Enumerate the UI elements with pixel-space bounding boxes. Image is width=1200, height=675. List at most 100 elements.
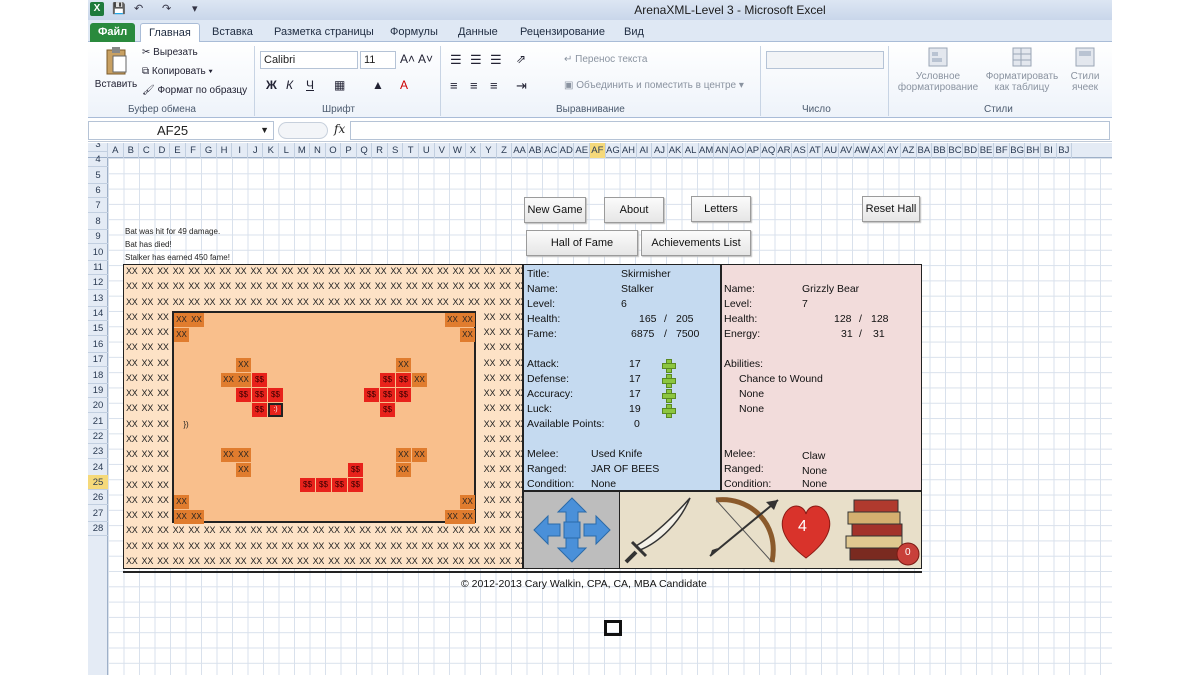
font-name-select[interactable]: Calibri — [260, 51, 358, 69]
row-header-24[interactable]: 24 — [88, 460, 108, 476]
column-header-al[interactable]: AL — [683, 143, 699, 158]
row-header-23[interactable]: 23 — [88, 444, 108, 459]
column-header-aq[interactable]: AQ — [761, 143, 777, 158]
column-header-z[interactable]: Z — [497, 143, 513, 158]
tab-formulas[interactable]: Формулы — [382, 23, 446, 42]
italic-button[interactable]: К — [286, 78, 293, 92]
column-header-ab[interactable]: AB — [528, 143, 544, 158]
column-header-a[interactable]: A — [108, 143, 124, 158]
column-header-k[interactable]: K — [264, 143, 280, 158]
tab-view[interactable]: Вид — [616, 23, 652, 42]
potion-heart-button[interactable]: 4 — [776, 492, 836, 568]
number-format-select[interactable] — [766, 51, 884, 69]
column-header-ac[interactable]: AC — [543, 143, 559, 158]
column-header-h[interactable]: H — [217, 143, 233, 158]
active-cell-cursor[interactable] — [604, 620, 622, 636]
column-header-bh[interactable]: BH — [1025, 143, 1041, 158]
formula-cancel-enter-control[interactable] — [278, 122, 328, 139]
row-header-13[interactable]: 13 — [88, 291, 108, 307]
column-header-w[interactable]: W — [450, 143, 466, 158]
align-left-icon[interactable]: ≡ — [450, 78, 458, 93]
column-header-d[interactable]: D — [155, 143, 171, 158]
column-header-t[interactable]: T — [403, 143, 419, 158]
column-header-aw[interactable]: AW — [854, 143, 870, 158]
tab-insert[interactable]: Вставка — [204, 23, 261, 42]
tab-home[interactable]: Главная — [140, 23, 200, 42]
fill-color-icon[interactable]: ▲ — [372, 78, 384, 92]
column-header-am[interactable]: AM — [699, 143, 715, 158]
reset-hall-button[interactable]: Reset Hall — [862, 196, 920, 222]
plus-icon[interactable] — [662, 374, 676, 388]
column-header-az[interactable]: AZ — [901, 143, 917, 158]
row-header-14[interactable]: 14 — [88, 306, 108, 321]
column-header-ae[interactable]: AE — [575, 143, 591, 158]
font-size-select[interactable]: 11 — [360, 51, 396, 69]
spellbook-button[interactable]: 0 — [836, 492, 922, 568]
cell-styles-button[interactable]: Стили ячеек — [1064, 46, 1106, 93]
column-header-ay[interactable]: AY — [886, 143, 902, 158]
column-header-y[interactable]: Y — [481, 143, 497, 158]
tab-file[interactable]: Файл — [90, 23, 136, 42]
column-header-ah[interactable]: AH — [621, 143, 637, 158]
bold-button[interactable]: Ж — [266, 78, 277, 92]
column-header-ao[interactable]: AO — [730, 143, 746, 158]
row-header-9[interactable]: 9 — [88, 229, 108, 244]
column-header-e[interactable]: E — [170, 143, 186, 158]
row-header-20[interactable]: 20 — [88, 398, 108, 413]
conditional-format-button[interactable]: Условное форматирование — [896, 46, 980, 93]
column-header-l[interactable]: L — [279, 143, 295, 158]
column-header-x[interactable]: X — [466, 143, 482, 158]
new-game-button[interactable]: New Game — [524, 197, 586, 223]
achievements-list-button[interactable]: Achievements List — [641, 230, 751, 256]
row-header-3[interactable]: 3 — [88, 143, 108, 152]
column-header-p[interactable]: P — [341, 143, 357, 158]
column-header-m[interactable]: M — [295, 143, 311, 158]
row-header-21[interactable]: 21 — [88, 414, 108, 430]
tab-page-layout[interactable]: Разметка страницы — [266, 23, 382, 42]
chevron-down-icon[interactable]: ▼ — [260, 122, 269, 139]
column-header-u[interactable]: U — [419, 143, 435, 158]
column-header-ag[interactable]: AG — [606, 143, 622, 158]
hall-of-fame-button[interactable]: Hall of Fame — [526, 230, 638, 256]
align-top-icon[interactable]: ☰ — [450, 52, 462, 68]
row-header-4[interactable]: 4 — [88, 152, 108, 167]
row-header-10[interactable]: 10 — [88, 245, 108, 261]
column-header-bi[interactable]: BI — [1041, 143, 1057, 158]
column-header-bg[interactable]: BG — [1010, 143, 1026, 158]
letters-button[interactable]: Letters — [691, 196, 751, 222]
column-header-aa[interactable]: AA — [512, 143, 528, 158]
formula-input[interactable] — [350, 121, 1110, 140]
align-center-icon[interactable]: ≡ — [470, 78, 478, 93]
merge-center-button[interactable]: ▣ Объединить и поместить в центре ▾ — [564, 80, 744, 91]
row-header-22[interactable]: 22 — [88, 429, 108, 444]
row-header-17[interactable]: 17 — [88, 352, 108, 367]
about-button[interactable]: About — [604, 197, 664, 223]
column-header-bf[interactable]: BF — [994, 143, 1010, 158]
align-right-icon[interactable]: ≡ — [490, 78, 498, 93]
format-painter-button[interactable]: 🖌 Формат по образцу — [142, 85, 247, 96]
orientation-icon[interactable]: ⇗ — [516, 52, 526, 66]
plus-icon[interactable] — [662, 389, 676, 403]
column-header-af[interactable]: AF — [590, 143, 606, 158]
row-header-19[interactable]: 19 — [88, 383, 108, 398]
row-header-15[interactable]: 15 — [88, 321, 108, 336]
plus-icon[interactable] — [662, 359, 676, 373]
column-header-v[interactable]: V — [435, 143, 451, 158]
column-header-bb[interactable]: BB — [932, 143, 948, 158]
column-header-as[interactable]: AS — [792, 143, 808, 158]
melee-attack-button[interactable] — [620, 492, 708, 568]
column-header-s[interactable]: S — [388, 143, 404, 158]
plus-icon[interactable] — [662, 404, 676, 418]
row-header-11[interactable]: 11 — [88, 260, 108, 275]
increase-font-icon[interactable]: A˄ — [400, 52, 415, 66]
column-header-be[interactable]: BE — [979, 143, 995, 158]
column-header-g[interactable]: G — [201, 143, 217, 158]
column-header-n[interactable]: N — [310, 143, 326, 158]
row-header-26[interactable]: 26 — [88, 490, 108, 505]
row-header-5[interactable]: 5 — [88, 168, 108, 184]
indent-icon[interactable]: ⇥ — [516, 78, 527, 94]
row-header-25[interactable]: 25 — [88, 475, 108, 490]
column-header-bc[interactable]: BC — [948, 143, 964, 158]
column-header-q[interactable]: Q — [357, 143, 373, 158]
copy-button[interactable]: ⧉ Копировать ▾ — [142, 66, 213, 77]
